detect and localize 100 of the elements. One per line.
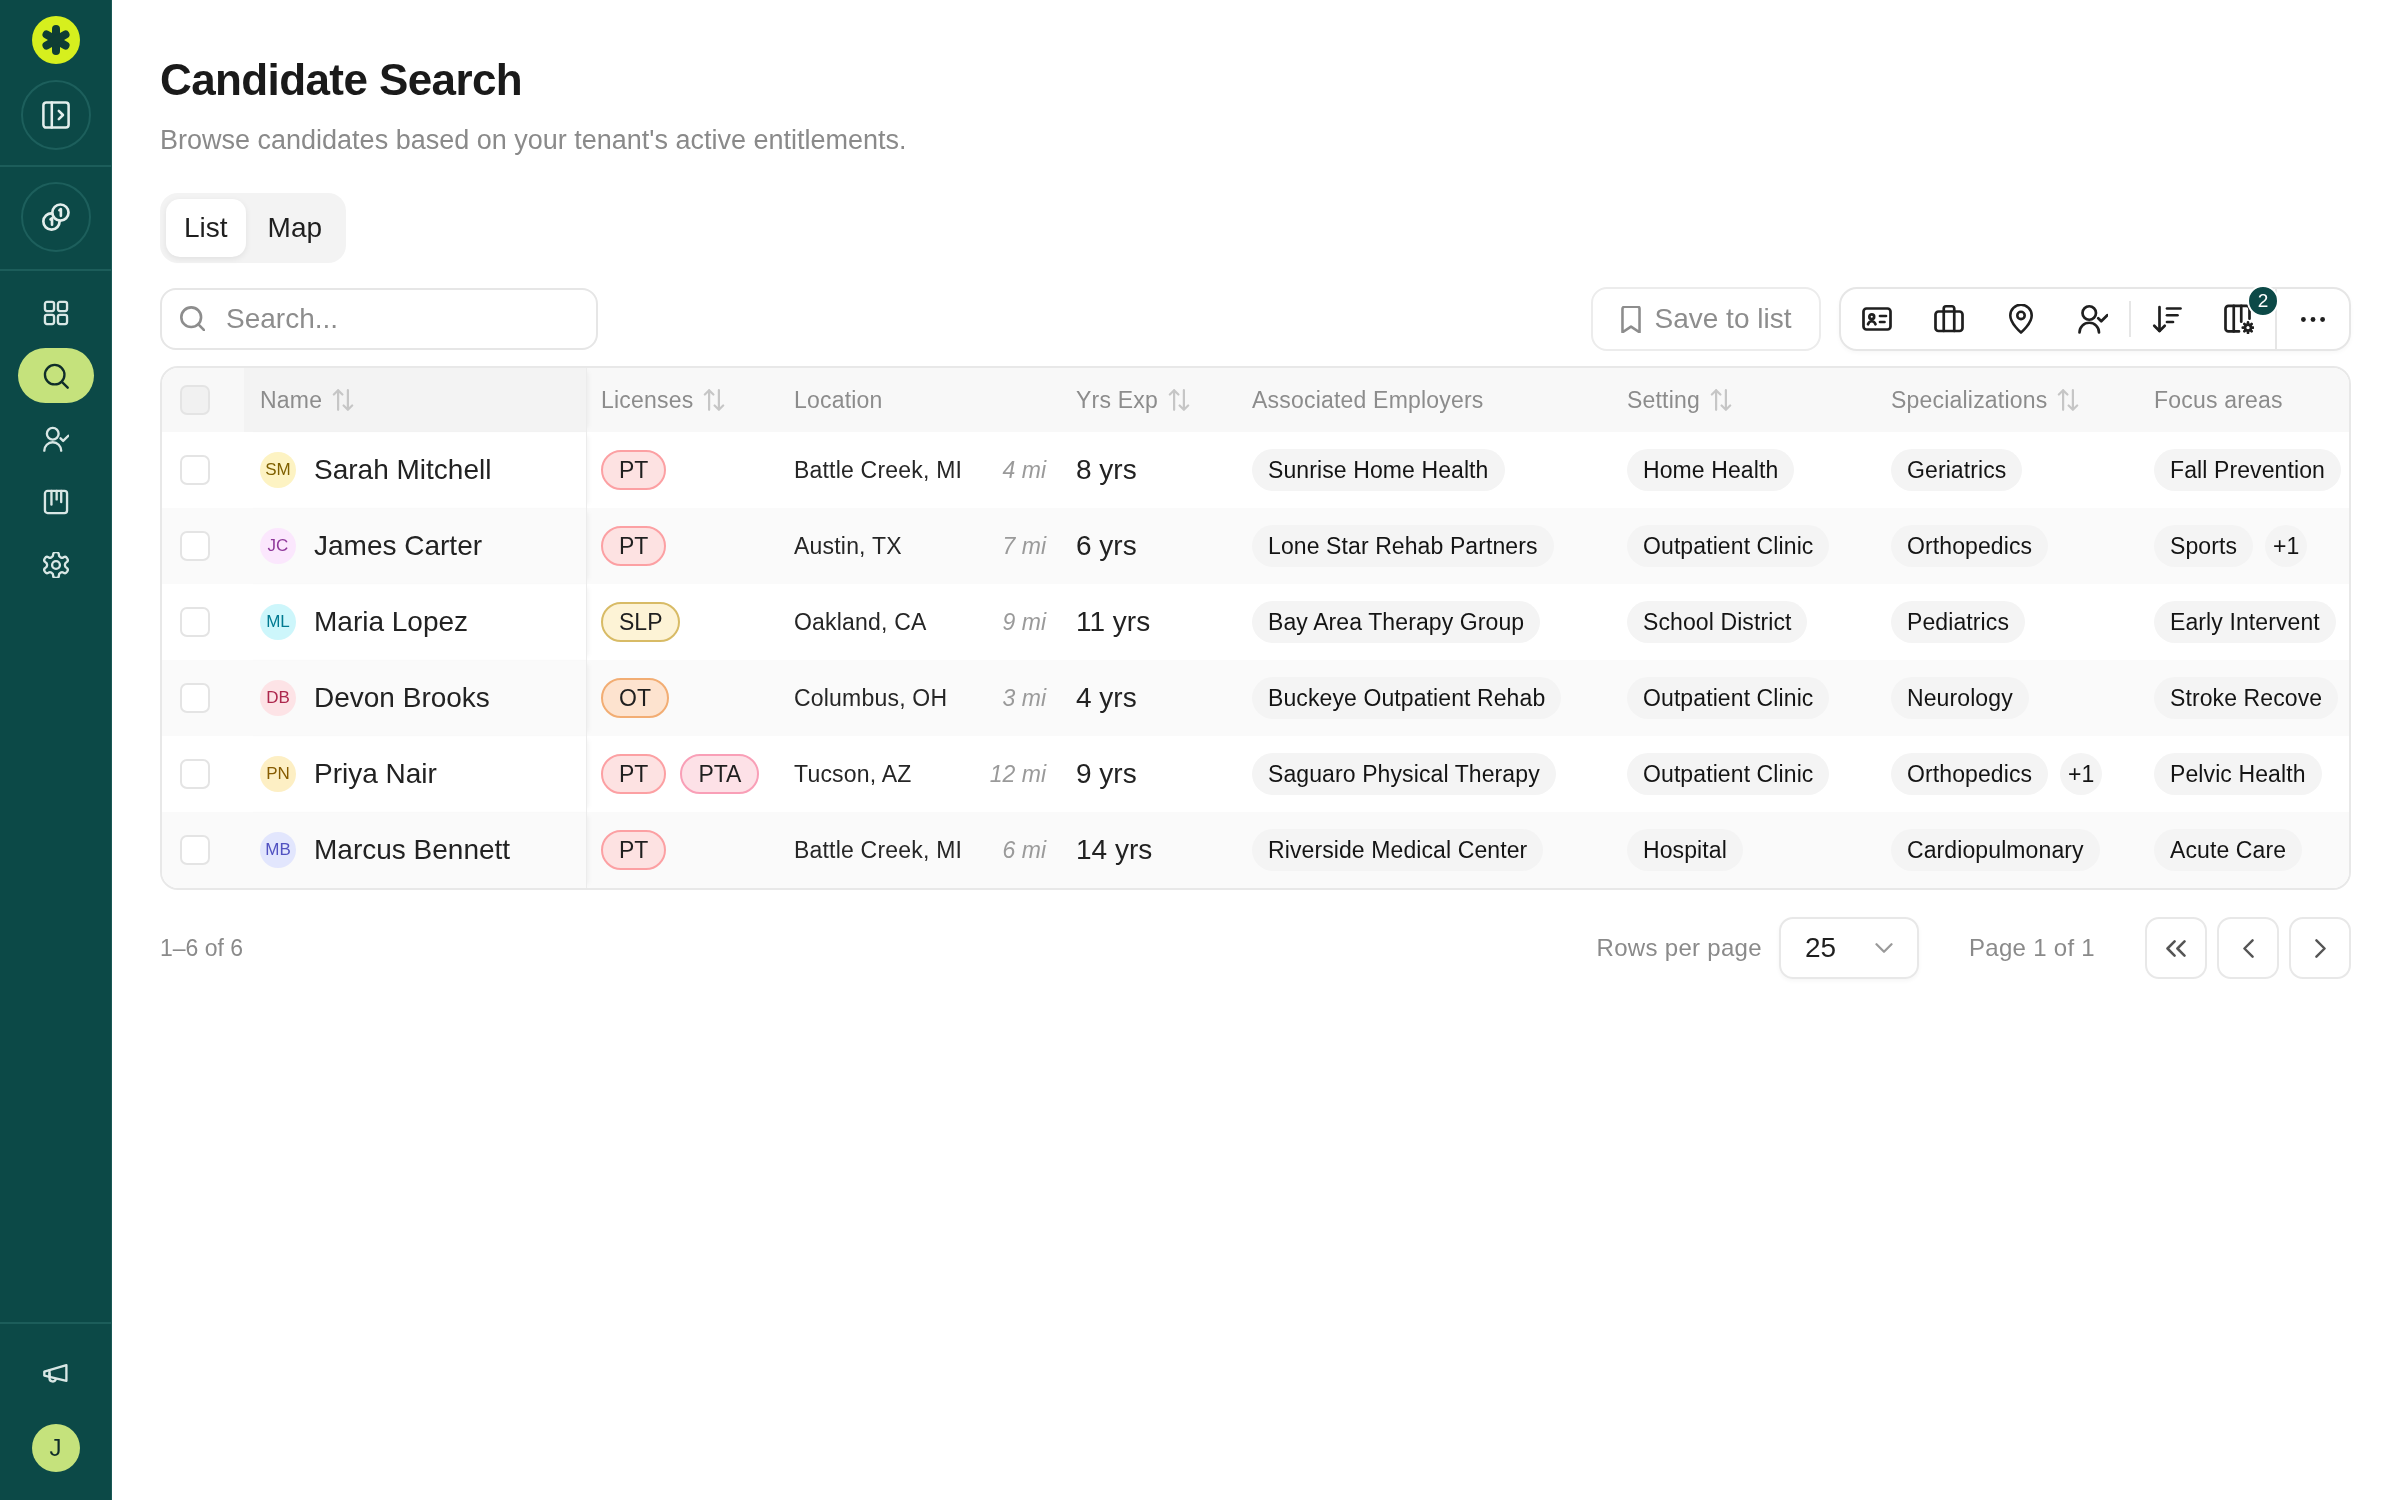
license-tag: PTA bbox=[680, 754, 760, 794]
column-header: Focus areas bbox=[2154, 386, 2283, 414]
setting-tag: Outpatient Clinic bbox=[1627, 753, 1830, 795]
board-icon bbox=[42, 488, 69, 515]
initials-avatar: SM bbox=[260, 452, 296, 488]
next-page-button[interactable] bbox=[2289, 917, 2351, 979]
sort-icon[interactable] bbox=[332, 389, 355, 411]
license-tag: PT bbox=[601, 830, 667, 870]
experience-text: 14 yrs bbox=[1076, 834, 1153, 866]
panel-icon bbox=[41, 101, 70, 129]
location-text: Tucson, AZ bbox=[794, 760, 912, 788]
experience-text: 9 yrs bbox=[1076, 758, 1137, 790]
employer-tag: Bay Area Therapy Group bbox=[1252, 601, 1541, 643]
chevron-left-icon bbox=[2242, 938, 2254, 958]
focus-area-tag: Stroke Recove bbox=[2154, 677, 2339, 719]
coins-icon bbox=[41, 203, 70, 231]
candidate-name[interactable]: Maria Lopez bbox=[314, 606, 469, 638]
specialization-tag: Orthopedics bbox=[1891, 753, 2049, 795]
setting-tag: Home Health bbox=[1627, 449, 1795, 491]
setting-tag: Outpatient Clinic bbox=[1627, 525, 1830, 567]
count-badge: 2 bbox=[2247, 285, 2279, 317]
focus-area-tag: Acute Care bbox=[2154, 829, 2303, 871]
row-checkbox[interactable] bbox=[180, 607, 210, 637]
candidate-name[interactable]: Priya Nair bbox=[314, 758, 437, 790]
row-checkbox[interactable] bbox=[180, 531, 210, 561]
experience-text: 8 yrs bbox=[1076, 454, 1137, 486]
rows-per-page-select[interactable]: 25 bbox=[1778, 917, 1919, 979]
search-field[interactable]: Search... bbox=[160, 288, 598, 350]
column-header: Location bbox=[794, 386, 883, 414]
row-checkbox[interactable] bbox=[180, 683, 210, 713]
experience-text: 6 yrs bbox=[1076, 530, 1137, 562]
column-header: Yrs Exp bbox=[1076, 386, 1158, 414]
candidate-name[interactable]: Marcus Bennett bbox=[314, 834, 511, 866]
briefcase-icon bbox=[1934, 304, 1964, 334]
initials-avatar: JC bbox=[260, 528, 296, 564]
column-header: Specializations bbox=[1891, 386, 2048, 414]
double-chevron-left-icon bbox=[2166, 939, 2186, 957]
license-tag: PT bbox=[601, 450, 667, 490]
employer-tag: Riverside Medical Center bbox=[1252, 829, 1544, 871]
user-avatar[interactable]: J bbox=[31, 1424, 80, 1472]
row-checkbox[interactable] bbox=[180, 455, 210, 485]
overflow-count: +1 bbox=[2060, 753, 2103, 795]
sort-icon[interactable] bbox=[1167, 389, 1190, 411]
employer-tag: Buckeye Outpatient Rehab bbox=[1252, 677, 1562, 719]
row-checkbox[interactable] bbox=[180, 759, 210, 789]
location-text: Oakland, CA bbox=[794, 608, 927, 636]
table-row[interactable]: MB Marcus Bennett PT Battle Creek, MI 6 mi 14 yrs Riverside Medical Center Hospital Cardiopulmonary Acute Care bbox=[162, 812, 2349, 888]
candidate-name[interactable]: James Carter bbox=[314, 530, 483, 562]
view-tab[interactable]: List bbox=[166, 199, 246, 257]
specialization-tag: Neurology bbox=[1891, 677, 2029, 719]
specialization-tag: Orthopedics bbox=[1891, 525, 2049, 567]
credits-button[interactable] bbox=[20, 182, 91, 252]
nav-button[interactable] bbox=[17, 348, 94, 403]
focus-area-tag: Pelvic Health bbox=[2154, 753, 2322, 795]
location-text: Battle Creek, MI bbox=[794, 456, 963, 484]
location-text: Columbus, OH bbox=[794, 684, 948, 712]
sidebar-toggle-button[interactable] bbox=[20, 80, 91, 150]
results-range: 1–6 of 6 bbox=[160, 934, 244, 962]
first-page-button[interactable] bbox=[2145, 917, 2207, 979]
column-header: Setting bbox=[1627, 386, 1700, 414]
focus-area-tag: Fall Prevention bbox=[2154, 449, 2341, 491]
focus-area-tag: Early Intervent bbox=[2154, 601, 2336, 643]
employer-tag: Lone Star Rehab Partners bbox=[1252, 525, 1554, 567]
initials-avatar: PN bbox=[260, 756, 296, 792]
page-subtitle: Browse candidates based on your tenant's active entitlements. bbox=[160, 124, 908, 157]
ellipsis-icon bbox=[2301, 316, 2325, 322]
license-tag: SLP bbox=[601, 602, 681, 642]
view-tab[interactable]: Map bbox=[249, 199, 341, 257]
candidate-name[interactable]: Sarah Mitchell bbox=[314, 454, 492, 486]
distance-text: 4 mi bbox=[1002, 456, 1046, 484]
specialization-tag: Pediatrics bbox=[1891, 601, 2025, 643]
page-title: Candidate Search bbox=[160, 54, 524, 106]
table-row[interactable]: DB Devon Brooks OT Columbus, OH 3 mi 4 yrs Buckeye Outpatient Rehab Outpatient Clinic Neurology Stroke Recove bbox=[162, 660, 2349, 736]
settings-icon bbox=[42, 551, 69, 578]
employer-tag: Sunrise Home Health bbox=[1252, 449, 1505, 491]
rows-per-page-label: Rows per page bbox=[1596, 934, 1762, 962]
table-row[interactable]: JC James Carter PT Austin, TX 7 mi 6 yrs Lone Star Rehab Partners Outpatient Clinic Orthopedics Sports +1 bbox=[162, 508, 2349, 584]
user-check-icon bbox=[2078, 304, 2108, 334]
experience-text: 11 yrs bbox=[1076, 606, 1151, 638]
logo-icon bbox=[31, 16, 80, 64]
map-pin-icon bbox=[2006, 304, 2036, 334]
location-text: Austin, TX bbox=[794, 532, 902, 560]
column-header: Name bbox=[260, 386, 323, 414]
user-check-icon bbox=[42, 425, 69, 452]
sort-icon[interactable] bbox=[703, 389, 726, 411]
distance-text: 6 mi bbox=[1002, 836, 1046, 864]
overflow-count: +1 bbox=[2265, 525, 2308, 567]
license-tag: PT bbox=[601, 754, 667, 794]
distance-text: 3 mi bbox=[1002, 684, 1046, 712]
search-icon bbox=[42, 362, 69, 389]
candidate-name[interactable]: Devon Brooks bbox=[314, 682, 490, 714]
experience-text: 4 yrs bbox=[1076, 682, 1137, 714]
initials-avatar: ML bbox=[260, 604, 296, 640]
sort-icon[interactable] bbox=[1710, 389, 1732, 411]
employer-tag: Saguaro Physical Therapy bbox=[1252, 753, 1556, 795]
sort-descending-icon bbox=[2152, 304, 2182, 334]
row-checkbox[interactable] bbox=[180, 835, 210, 865]
setting-tag: Hospital bbox=[1627, 829, 1743, 871]
sort-icon[interactable] bbox=[2057, 389, 2080, 411]
previous-page-button[interactable] bbox=[2217, 917, 2279, 979]
